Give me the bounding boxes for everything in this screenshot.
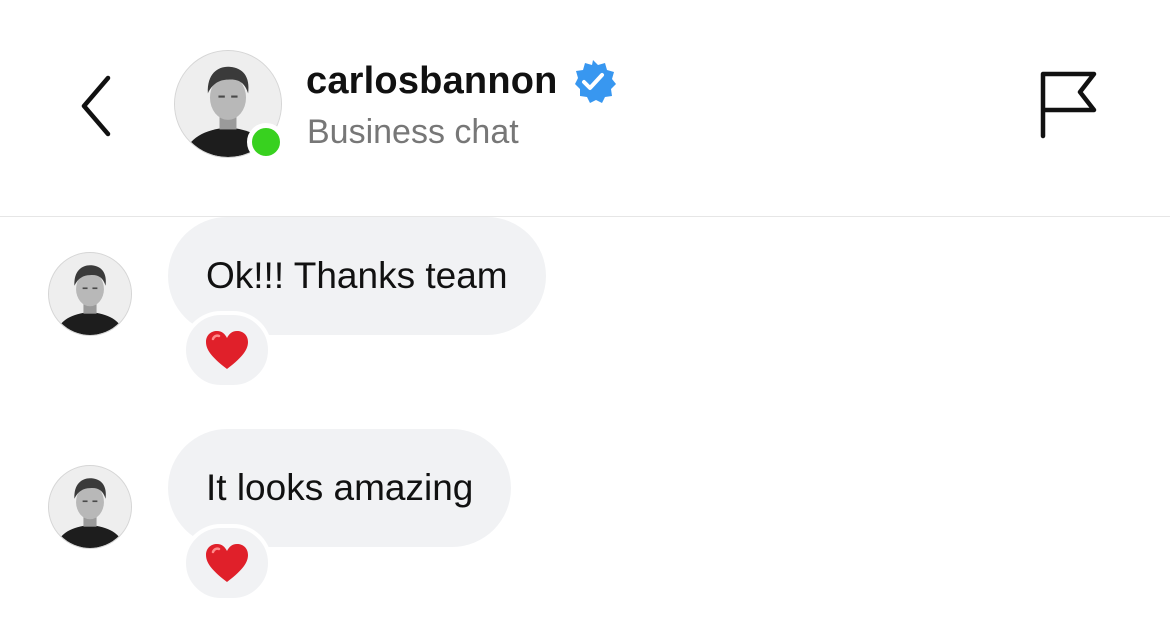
avatar-image xyxy=(48,252,132,336)
verified-badge-icon xyxy=(574,60,616,103)
online-status-indicator xyxy=(247,123,285,161)
avatar-image xyxy=(48,465,132,549)
heart-icon xyxy=(204,542,250,584)
chevron-left-icon xyxy=(81,75,111,137)
profile-avatar[interactable] xyxy=(174,50,285,161)
username[interactable]: carlosbannon xyxy=(306,60,558,103)
chat-type-label: Business chat xyxy=(307,113,519,151)
message-reaction[interactable] xyxy=(182,524,272,602)
flag-icon xyxy=(1040,71,1097,139)
chat-header: carlosbannon Business chat xyxy=(0,0,1170,217)
message-sender-avatar[interactable] xyxy=(48,252,132,336)
username-row[interactable]: carlosbannon xyxy=(306,56,616,106)
message-sender-avatar[interactable] xyxy=(48,465,132,549)
message-reaction[interactable] xyxy=(182,311,272,389)
back-button[interactable] xyxy=(70,66,126,146)
report-button[interactable] xyxy=(1030,68,1102,140)
message-text: Ok!!! Thanks team xyxy=(206,255,508,296)
heart-icon xyxy=(204,329,250,371)
message-text: It looks amazing xyxy=(206,467,474,508)
